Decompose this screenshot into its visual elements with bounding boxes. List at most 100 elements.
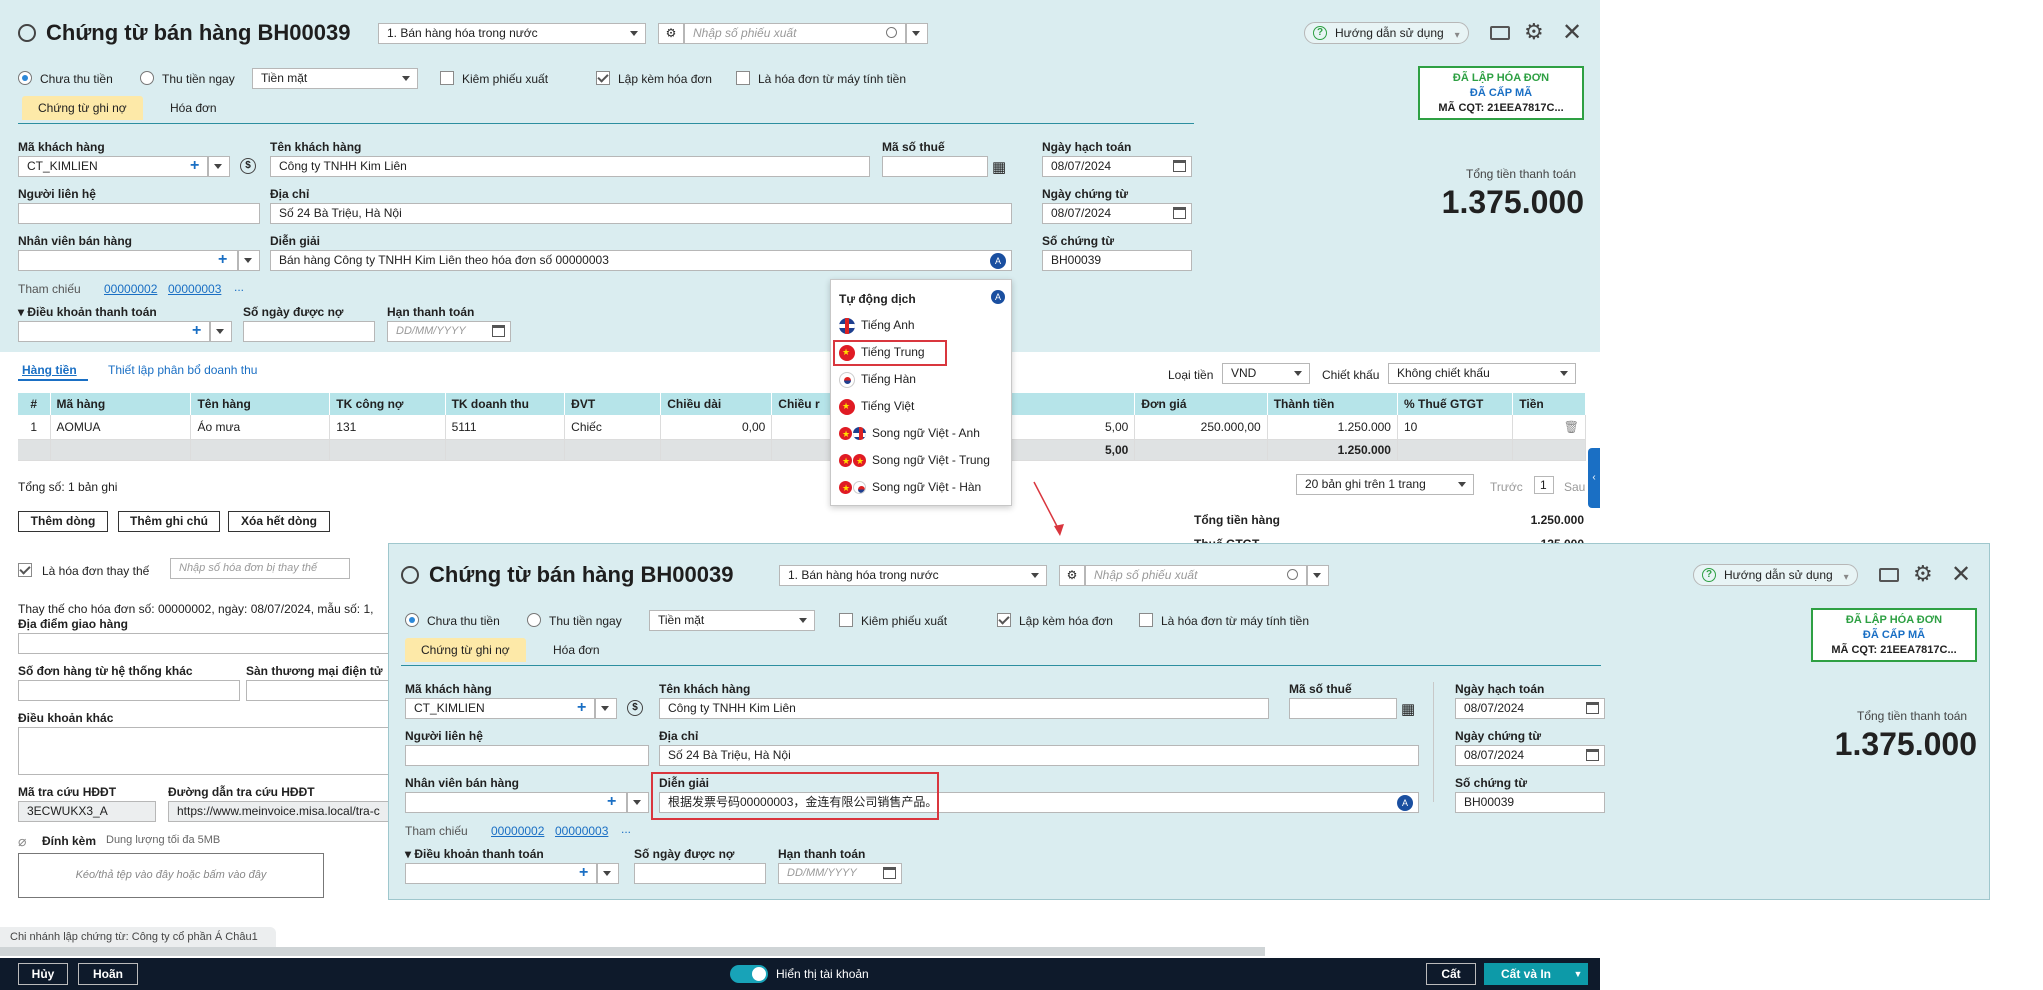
salesperson-input[interactable]	[18, 250, 238, 271]
reference-more[interactable]: ...	[234, 280, 244, 294]
trash-icon[interactable]: 🗑	[1564, 420, 1579, 434]
help-button[interactable]: ? Hướng dẫn sử dụng ▾	[1304, 22, 1469, 44]
customer-code-input[interactable]: CT_KIMLIEN	[18, 156, 208, 177]
delivery-input[interactable]	[18, 633, 390, 654]
sale-type-select[interactable]: 1. Bán hàng hóa trong nước	[779, 565, 1047, 586]
cell-item-name[interactable]: Áo mưa	[190, 415, 331, 440]
prev-page[interactable]: Trước	[1490, 480, 1523, 494]
paid-now-radio[interactable]	[527, 613, 541, 627]
salesperson-input[interactable]	[405, 792, 627, 813]
customer-code-dropdown[interactable]	[595, 698, 617, 719]
history-icon[interactable]	[18, 24, 36, 42]
currency-select[interactable]: VND	[1222, 363, 1310, 384]
voucher-no-input[interactable]: BH00039	[1042, 250, 1192, 271]
tax-lookup-icon[interactable]: ▦	[992, 158, 1006, 176]
next-page[interactable]: Sau	[1564, 480, 1585, 494]
replacement-checkbox[interactable]	[18, 563, 32, 577]
credit-days-input[interactable]	[634, 863, 766, 884]
cell-tax[interactable]: 🗑	[1512, 415, 1586, 440]
tab-invoice[interactable]: Hóa đơn	[537, 638, 616, 662]
customer-name-input[interactable]: Công ty TNHH Kim Liên	[270, 156, 870, 177]
settings-gear-icon[interactable]: ⚙	[1524, 21, 1544, 43]
discount-select[interactable]: Không chiết khấu	[1388, 363, 1576, 384]
export-checkbox[interactable]	[440, 71, 454, 85]
close-icon[interactable]: ✕	[1951, 563, 1971, 587]
accounting-date-input[interactable]: 08/07/2024	[1455, 698, 1605, 719]
reference-link-2[interactable]: 00000003	[555, 824, 608, 838]
sale-type-select[interactable]: 1. Bán hàng hóa trong nước	[378, 23, 646, 44]
export-dropdown[interactable]	[906, 23, 928, 44]
tab-invoice[interactable]: Hóa đơn	[154, 96, 233, 120]
translate-option-korean[interactable]: Tiếng Hàn	[839, 369, 916, 389]
show-accounts-toggle[interactable]	[730, 965, 768, 983]
save-button[interactable]: Cất	[1426, 963, 1476, 985]
tab-revenue-allocation[interactable]: Thiết lập phân bổ doanh thu	[108, 363, 257, 377]
tax-code-input[interactable]	[882, 156, 988, 177]
save-print-dropdown[interactable]: ▼	[1568, 963, 1588, 985]
unpaid-radio[interactable]	[18, 71, 32, 85]
cell-debt-account[interactable]: 131	[329, 415, 446, 440]
cash-register-checkbox[interactable]	[1139, 613, 1153, 627]
calendar-icon[interactable]	[1173, 207, 1186, 219]
cell-vat-rate[interactable]: 10	[1397, 415, 1514, 440]
keyboard-icon[interactable]	[1490, 26, 1510, 40]
page-number[interactable]: 1	[1534, 476, 1554, 494]
delete-rows-button[interactable]: Xóa hết dòng	[228, 511, 330, 532]
description-input[interactable]: Bán hàng Công ty TNHH Kim Liên theo hóa …	[270, 250, 1012, 271]
translate-option-vi-en[interactable]: Song ngữ Việt - Anh	[839, 423, 980, 443]
gear-small-icon[interactable]: ⚙	[658, 23, 684, 44]
search-icon[interactable]	[1287, 569, 1298, 580]
search-icon[interactable]	[886, 27, 897, 38]
cancel-button[interactable]: Hủy	[18, 963, 68, 985]
replaced-invoice-input[interactable]: Nhập số hóa đơn bị thay thế	[170, 558, 350, 579]
table-row[interactable]: 1 AOMUA Áo mưa 131 5111 Chiếc 0,00 5,00 …	[18, 415, 1586, 440]
tab-debit-voucher[interactable]: Chứng từ ghi nợ	[22, 96, 143, 120]
calendar-icon[interactable]	[1173, 160, 1186, 172]
calendar-icon[interactable]	[1586, 749, 1599, 761]
close-icon[interactable]: ✕	[1562, 21, 1582, 45]
tax-code-input[interactable]	[1289, 698, 1397, 719]
translate-option-vietnamese[interactable]: Tiếng Việt	[839, 396, 914, 416]
help-button[interactable]: ? Hướng dẫn sử dụng ▾	[1693, 564, 1858, 586]
tax-lookup-icon[interactable]: ▦	[1401, 700, 1415, 718]
cell-length[interactable]: 0,00	[660, 415, 773, 440]
credit-days-input[interactable]	[243, 321, 375, 342]
contact-input[interactable]	[405, 745, 649, 766]
translate-option-vi-zh[interactable]: Song ngữ Việt - Trung	[839, 450, 990, 470]
export-checkbox[interactable]	[839, 613, 853, 627]
voucher-date-input[interactable]: 08/07/2024	[1455, 745, 1605, 766]
ecommerce-input[interactable]	[246, 680, 390, 701]
export-no-input[interactable]: Nhập số phiếu xuất	[684, 23, 906, 44]
defer-button[interactable]: Hoãn	[78, 963, 138, 985]
currency-icon[interactable]: $	[240, 158, 256, 174]
payment-method-select[interactable]: Tiền mặt	[649, 610, 815, 631]
collapse-panel-handle[interactable]: ‹	[1588, 448, 1600, 508]
horizontal-scrollbar[interactable]	[0, 947, 1265, 956]
calendar-icon[interactable]	[492, 325, 505, 337]
add-terms-icon[interactable]: +	[192, 323, 201, 339]
payment-terms-input[interactable]	[405, 863, 597, 884]
reference-link-1[interactable]: 00000002	[104, 282, 157, 296]
add-salesperson-icon[interactable]: +	[607, 794, 616, 810]
cell-item-code[interactable]: AOMUA	[50, 415, 192, 440]
save-print-button[interactable]: Cất và In	[1484, 963, 1568, 985]
export-no-input[interactable]: Nhập số phiếu xuất	[1085, 565, 1307, 586]
payment-terms-input[interactable]	[18, 321, 210, 342]
payment-method-select[interactable]: Tiền mặt	[252, 68, 418, 89]
reference-link-1[interactable]: 00000002	[491, 824, 544, 838]
tab-goods[interactable]: Hàng tiền	[22, 363, 77, 377]
voucher-date-input[interactable]: 08/07/2024	[1042, 203, 1192, 224]
calendar-icon[interactable]	[883, 867, 896, 879]
address-input[interactable]: Số 24 Bà Triệu, Hà Nội	[659, 745, 1419, 766]
cell-unit[interactable]: Chiếc	[564, 415, 662, 440]
customer-name-input[interactable]: Công ty TNHH Kim Liên	[659, 698, 1269, 719]
settings-gear-icon[interactable]: ⚙	[1913, 563, 1933, 585]
reference-more[interactable]: ...	[621, 822, 631, 836]
translate-icon[interactable]: A	[991, 290, 1005, 304]
salesperson-dropdown[interactable]	[238, 250, 260, 271]
unpaid-radio[interactable]	[405, 613, 419, 627]
order-no-input[interactable]	[18, 680, 240, 701]
add-row-button[interactable]: Thêm dòng	[18, 511, 108, 532]
attach-dropzone[interactable]: Kéo/thả tệp vào đây hoặc bấm vào đây	[18, 853, 324, 898]
page-size-select[interactable]: 20 bản ghi trên 1 trang	[1296, 474, 1474, 495]
